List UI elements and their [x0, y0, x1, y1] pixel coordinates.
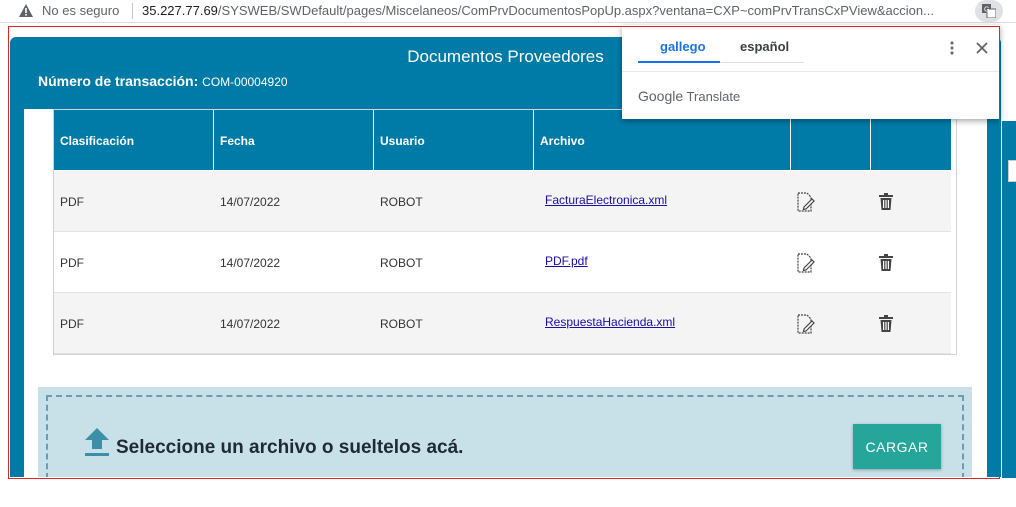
- column-header-edit: [791, 110, 871, 170]
- cell-usuario: ROBOT: [380, 317, 423, 331]
- cell-usuario: ROBOT: [380, 195, 423, 209]
- svg-text:G: G: [984, 7, 989, 14]
- cell-clasificacion: PDF: [60, 256, 84, 270]
- trash-icon[interactable]: [875, 252, 897, 274]
- tab-espanol[interactable]: español: [740, 39, 789, 54]
- transaction-number: COM-00004920: [202, 75, 288, 89]
- edit-document-icon[interactable]: [794, 252, 816, 274]
- cell-clasificacion: PDF: [60, 317, 84, 331]
- more-options-icon[interactable]: [944, 40, 960, 56]
- upload-button[interactable]: CARGAR: [853, 424, 941, 469]
- url-path: /SYSWEB/SWDefault/pages/Miscelaneos/ComP…: [217, 3, 934, 18]
- trash-icon[interactable]: [875, 191, 897, 213]
- url-text[interactable]: 35.227.77.69/SYSWEB/SWDefault/pages/Misc…: [142, 3, 970, 18]
- file-link[interactable]: FacturaElectronica.xml: [545, 193, 667, 207]
- translate-icon: G: [982, 4, 996, 18]
- background-input-edge: [1008, 160, 1016, 182]
- translate-popup: gallego español Google Translate: [622, 25, 1000, 119]
- divider: [132, 3, 133, 19]
- cell-fecha: 14/07/2022: [220, 195, 281, 209]
- column-header-clasificacion[interactable]: Clasificación: [54, 110, 214, 170]
- cell-clasificacion: PDF: [60, 195, 84, 209]
- google-translate-brand: Google Translate: [638, 88, 740, 104]
- table-row: PDF 14/07/2022 ROBOT PDF.pdf: [54, 232, 951, 293]
- table-row: PDF 14/07/2022 ROBOT RespuestaHacienda.x…: [54, 293, 951, 354]
- column-header-archivo[interactable]: Archivo: [534, 110, 791, 170]
- documents-table: Clasificación Fecha Usuario Archivo PDF …: [53, 109, 957, 355]
- edit-document-icon[interactable]: [794, 191, 816, 213]
- cell-archivo: RespuestaHacienda.xml: [534, 293, 791, 353]
- column-header-delete: [871, 110, 951, 170]
- close-icon[interactable]: [974, 40, 990, 56]
- divider: [622, 71, 1000, 72]
- tab-gallego[interactable]: gallego: [660, 39, 706, 54]
- upload-icon[interactable]: [84, 427, 110, 457]
- file-dropzone[interactable]: Seleccione un archivo o sueltelos acá. C…: [38, 387, 972, 477]
- google-logo-text: Google: [638, 88, 684, 104]
- address-bar[interactable]: No es seguro 35.227.77.69/SYSWEB/SWDefau…: [0, 0, 1016, 23]
- dropzone-border: Seleccione un archivo o sueltelos acá. C…: [46, 395, 964, 477]
- tab-underline: [720, 62, 804, 63]
- cell-archivo: FacturaElectronica.xml: [534, 171, 791, 231]
- translate-page-button[interactable]: G: [975, 0, 1003, 22]
- warning-icon[interactable]: [18, 3, 34, 19]
- file-link[interactable]: PDF.pdf: [545, 254, 588, 268]
- cell-archivo: PDF.pdf: [534, 232, 791, 292]
- cell-fecha: 14/07/2022: [220, 256, 281, 270]
- security-status-text[interactable]: No es seguro: [42, 3, 119, 18]
- modal-body: Clasificación Fecha Usuario Archivo PDF …: [24, 109, 987, 477]
- file-link[interactable]: RespuestaHacienda.xml: [545, 315, 675, 329]
- table-row: PDF 14/07/2022 ROBOT FacturaElectronica.…: [54, 171, 951, 232]
- table-header: Clasificación Fecha Usuario Archivo: [54, 110, 951, 170]
- active-tab-indicator: [638, 61, 720, 63]
- url-host: 35.227.77.69: [142, 3, 218, 18]
- transaction-info: Número de transacción: COM-00004920: [38, 73, 288, 89]
- transaction-label: Número de transacción:: [38, 73, 199, 89]
- trash-icon[interactable]: [875, 313, 897, 335]
- cell-usuario: ROBOT: [380, 256, 423, 270]
- column-header-fecha[interactable]: Fecha: [214, 110, 374, 170]
- dropzone-text: Seleccione un archivo o sueltelos acá.: [116, 437, 464, 458]
- edit-document-icon[interactable]: [794, 313, 816, 335]
- column-header-usuario[interactable]: Usuario: [374, 110, 534, 170]
- cell-fecha: 14/07/2022: [220, 317, 281, 331]
- translate-label: Translate: [686, 89, 741, 104]
